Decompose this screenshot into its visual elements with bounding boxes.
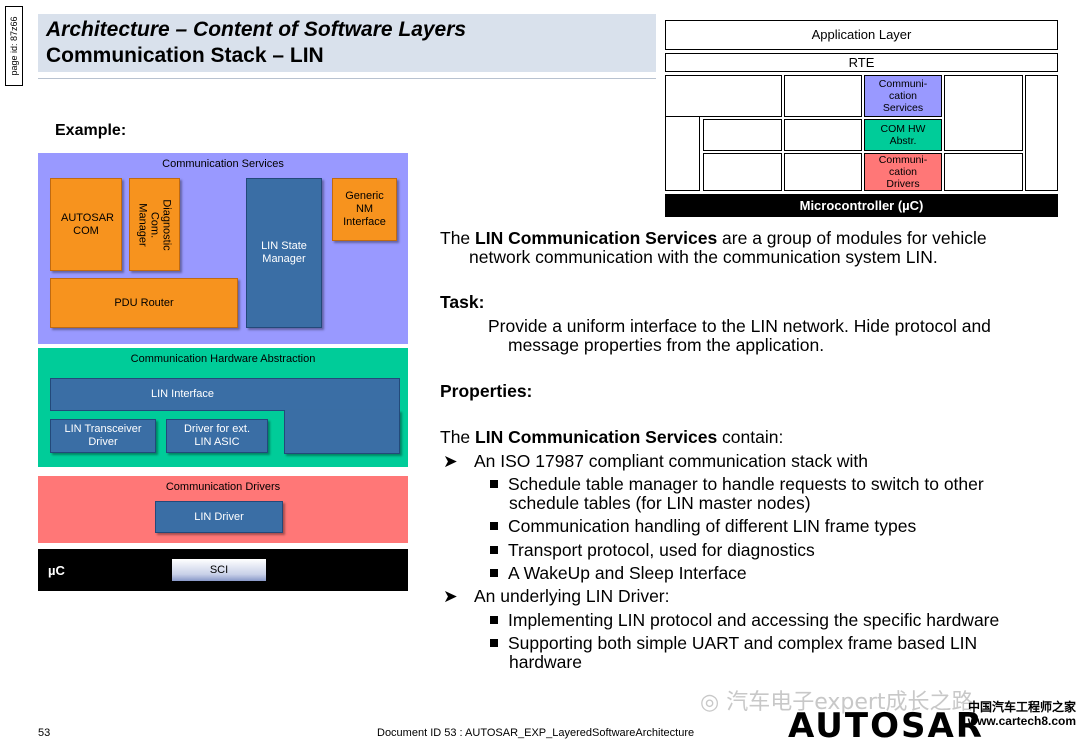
dcm-box: Diagnostic Com. Manager — [129, 178, 180, 271]
sub-item-5: Implementing LIN protocol and accessing … — [490, 611, 1070, 630]
mini-cell — [703, 153, 782, 191]
page-id-text: page id: 87z66 — [9, 16, 19, 76]
mini-application-layer: Application Layer — [665, 20, 1058, 50]
page-number: 53 — [38, 727, 51, 739]
mini-comm-services: Communi-cation Services — [864, 75, 942, 117]
example-label: Example: — [55, 122, 127, 139]
intro-bold: LIN Communication Services — [475, 228, 718, 248]
mini-cell — [944, 75, 1023, 151]
sub-item-3: Transport protocol, used for diagnostics — [490, 541, 1070, 560]
lin-transceiver-driver-box: LIN Transceiver Driver — [50, 419, 156, 453]
lin-driver-box: LIN Driver — [155, 501, 283, 533]
arrow-bullet-icon: ➤ — [443, 451, 458, 471]
square-bullet-icon — [490, 522, 498, 530]
watermark-site: 中国汽车工程师之家 www.cartech8.com — [967, 700, 1076, 728]
square-bullet-icon — [490, 569, 498, 577]
mini-cell — [784, 119, 862, 151]
mini-cell — [703, 119, 782, 151]
list-item-1: ➤ An ISO 17987 compliant communication st… — [443, 451, 868, 471]
square-bullet-icon — [490, 639, 498, 647]
mini-cell — [784, 75, 862, 117]
contain-line: The LIN Communication Services contain: — [440, 427, 784, 447]
mini-com-hw-abstr: COM HW Abstr. — [864, 119, 942, 151]
mini-rte: RTE — [665, 53, 1058, 72]
page-id-tag: page id: 87z66 — [5, 6, 23, 86]
layer-label: Communication Hardware Abstraction — [130, 353, 316, 365]
lin-state-manager-box: LIN State Manager — [246, 178, 322, 328]
generic-nm-box: Generic NM Interface — [332, 178, 397, 241]
sub-item-2: Communication handling of different LIN … — [490, 517, 1070, 536]
uc-label: µC — [48, 563, 65, 578]
mini-cell — [665, 75, 782, 117]
page-title: Architecture – Content of Software Layer… — [46, 18, 467, 41]
pdu-router-box: PDU Router — [50, 278, 238, 328]
mini-microcontroller: Microcontroller (µC) — [665, 194, 1058, 217]
sci-box: SCI — [172, 559, 266, 581]
sub-item-1: Schedule table manager to handle request… — [490, 475, 1070, 513]
task-heading: Task: — [440, 292, 485, 312]
arrow-bullet-icon: ➤ — [443, 586, 458, 606]
title-divider — [38, 78, 656, 79]
list-item-2: ➤ An underlying LIN Driver: — [443, 586, 670, 606]
mini-cell — [944, 153, 1023, 191]
square-bullet-icon — [490, 546, 498, 554]
layer-label: Communication Services — [162, 158, 284, 170]
square-bullet-icon — [490, 480, 498, 488]
lin-interface-extension — [284, 410, 400, 454]
properties-heading: Properties: — [440, 381, 533, 401]
square-bullet-icon — [490, 616, 498, 624]
wechat-icon: ◎ — [700, 690, 720, 715]
autosar-com-box: AUTOSAR COM — [50, 178, 122, 271]
intro-paragraph: The LIN Communication Services are a gro… — [440, 228, 987, 267]
page-subtitle: Communication Stack – LIN — [46, 44, 324, 67]
document-id: Document ID 53 : AUTOSAR_EXP_LayeredSoft… — [377, 727, 695, 739]
mini-cell — [784, 153, 862, 191]
lin-interface-box: LIN Interface — [50, 378, 400, 411]
mini-cell — [1025, 75, 1058, 191]
driver-ext-lin-asic-box: Driver for ext. LIN ASIC — [166, 419, 268, 453]
mini-comm-drivers: Communi-cation Drivers — [864, 153, 942, 191]
layer-label: Communication Drivers — [165, 481, 281, 493]
sub-item-6: Supporting both simple UART and complex … — [490, 634, 1070, 672]
task-text: Provide a uniform interface to the LIN n… — [488, 316, 991, 355]
sub-item-4: A WakeUp and Sleep Interface — [490, 564, 1070, 583]
